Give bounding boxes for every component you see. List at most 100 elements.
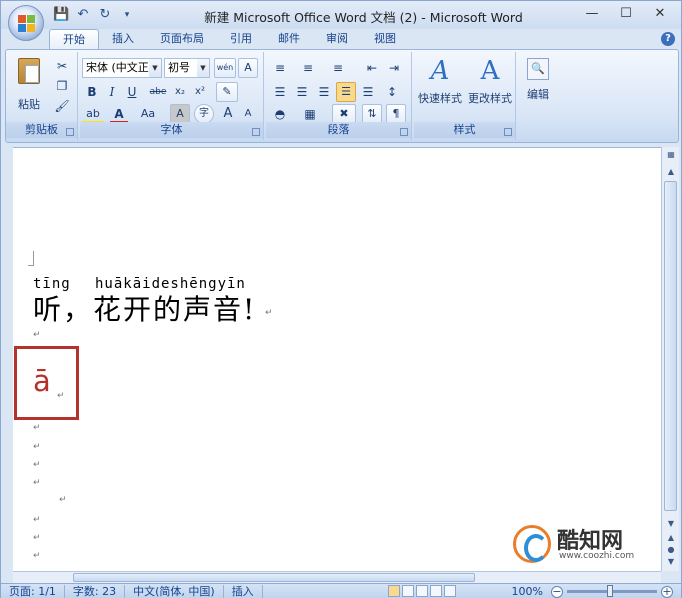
phonetic-guide-button[interactable]: wén <box>214 58 236 78</box>
highlighted-character[interactable]: ā <box>33 364 51 398</box>
next-page-icon[interactable]: ▼ <box>665 557 677 569</box>
paragraph-mark: ↵ <box>265 308 273 318</box>
status-words[interactable]: 字数: 23 <box>65 584 126 598</box>
tab-insert[interactable]: 插入 <box>99 29 147 49</box>
distributed-icon[interactable]: ☰ <box>358 82 378 102</box>
multilevel-list-icon[interactable]: ≡ <box>328 58 348 78</box>
shrink-font-button[interactable]: A <box>238 104 258 124</box>
web-layout-icon[interactable] <box>416 585 428 597</box>
tab-references[interactable]: 引用 <box>217 29 265 49</box>
watermark-url: www.coozhi.com <box>559 551 635 561</box>
editing-button[interactable]: 🔍 编辑 <box>520 56 556 116</box>
font-launcher-icon[interactable] <box>252 128 260 136</box>
justify-icon[interactable]: ☰ <box>336 82 356 102</box>
status-language[interactable]: 中文(简体, 中国) <box>125 584 224 598</box>
zoom-level[interactable]: 100% <box>512 585 543 598</box>
tab-mailings[interactable]: 邮件 <box>265 29 313 49</box>
styles-launcher-icon[interactable] <box>504 128 512 136</box>
zoom-slider-knob[interactable] <box>607 585 613 597</box>
font-size-select[interactable]: 初号 ▼ <box>164 58 210 78</box>
sort-icon[interactable]: ⇅ <box>362 104 382 124</box>
show-marks-icon[interactable]: ¶ <box>386 104 406 124</box>
watermark: 酷知网 www.coozhi.com <box>513 523 643 569</box>
outline-icon[interactable] <box>430 585 442 597</box>
status-page[interactable]: 页面: 1/1 <box>1 584 65 598</box>
prev-page-icon[interactable]: ▲ <box>665 533 677 545</box>
paste-button[interactable]: 粘贴 <box>12 56 46 112</box>
ribbon-tabs: 开始 插入 页面布局 引用 邮件 审阅 视图 <box>49 29 409 49</box>
draft-icon[interactable] <box>444 585 456 597</box>
vertical-scrollbar[interactable]: ▦ ▲ ▼ ▲ ● ▼ <box>661 147 679 571</box>
strikethrough-button[interactable]: abe <box>148 82 168 102</box>
borders-icon[interactable]: ▦ <box>300 104 320 124</box>
font-name-select[interactable]: 宋体 (中文正· ▼ <box>82 58 162 78</box>
cut-icon[interactable]: ✂ <box>52 56 72 76</box>
zoom-out-icon[interactable]: − <box>551 585 563 598</box>
bold-button[interactable]: B <box>82 82 102 102</box>
shading-icon[interactable]: ◓ <box>270 104 290 124</box>
paragraph-label: 段落 <box>266 122 411 138</box>
paragraph-mark: ↵ <box>59 495 67 505</box>
line-spacing-icon[interactable]: ↕ <box>382 82 402 102</box>
change-case-button[interactable]: Aa <box>136 104 160 124</box>
zoom-slider[interactable] <box>567 585 657 597</box>
decrease-indent-icon[interactable]: ⇤ <box>362 58 382 78</box>
paragraph-launcher-icon[interactable] <box>400 128 408 136</box>
main-text-line[interactable]: 听，花开的声音! <box>33 288 256 328</box>
superscript-button[interactable]: x² <box>190 82 210 102</box>
align-center-icon[interactable]: ☰ <box>292 82 312 102</box>
char-shading-button[interactable]: A <box>170 104 190 124</box>
status-mode[interactable]: 插入 <box>224 584 263 598</box>
zoom-in-icon[interactable]: + <box>661 585 673 598</box>
help-icon[interactable]: ? <box>661 32 675 46</box>
align-left-icon[interactable]: ☰ <box>270 82 290 102</box>
maximize-button[interactable]: ☐ <box>609 3 643 25</box>
vertical-scroll-thumb[interactable] <box>664 181 677 511</box>
tab-review[interactable]: 审阅 <box>313 29 361 49</box>
clipboard-group: 粘贴 ✂ ❐ 🖌 剪贴板 <box>6 52 78 140</box>
editing-label: 编辑 <box>527 88 549 101</box>
clipboard-launcher-icon[interactable] <box>66 128 74 136</box>
close-button[interactable]: ✕ <box>643 3 677 25</box>
office-logo-icon <box>18 15 35 32</box>
numbering-icon[interactable]: ≡ <box>298 58 318 78</box>
underline-button[interactable]: U <box>122 82 142 102</box>
highlight-icon[interactable]: ab <box>82 104 104 124</box>
align-right-icon[interactable]: ☰ <box>314 82 334 102</box>
copy-icon[interactable]: ❐ <box>52 76 72 96</box>
clear-format-button[interactable]: ✎ <box>216 82 238 102</box>
increase-indent-icon[interactable]: ⇥ <box>384 58 404 78</box>
font-color-button[interactable]: A <box>110 104 128 124</box>
tab-home[interactable]: 开始 <box>49 29 99 49</box>
print-layout-icon[interactable] <box>388 585 400 597</box>
grow-font-button[interactable]: A <box>218 104 238 124</box>
bullets-icon[interactable]: ≡ <box>270 58 290 78</box>
change-styles-button[interactable]: A 更改样式 <box>466 56 514 116</box>
minimize-button[interactable]: — <box>575 3 609 25</box>
ruler-toggle-icon[interactable]: ▦ <box>665 150 677 162</box>
italic-button[interactable]: I <box>102 82 122 102</box>
office-button[interactable] <box>8 5 44 41</box>
editing-group: 🔍 编辑 <box>518 52 558 140</box>
left-margin <box>5 147 13 581</box>
subscript-button[interactable]: x₂ <box>170 82 190 102</box>
browse-object-icon[interactable]: ● <box>665 545 677 557</box>
chinese-layout-icon[interactable]: ✖ <box>332 104 356 124</box>
horizontal-scroll-thumb[interactable] <box>73 573 475 582</box>
zoom-control: 100% − + <box>512 585 673 598</box>
tab-page-layout[interactable]: 页面布局 <box>147 29 217 49</box>
status-bar: 页面: 1/1 字数: 23 中文(简体, 中国) 插入 100% − + <box>1 583 681 598</box>
quick-styles-button[interactable]: A 快速样式 <box>416 56 464 116</box>
tab-view[interactable]: 视图 <box>361 29 409 49</box>
horizontal-scrollbar[interactable] <box>13 571 661 583</box>
enclose-char-button[interactable]: 字 <box>194 104 214 124</box>
scroll-down-icon[interactable]: ▼ <box>665 519 677 531</box>
char-border-button[interactable]: A <box>238 58 258 78</box>
format-painter-icon[interactable]: 🖌 <box>52 96 72 116</box>
document-page[interactable] <box>13 147 661 571</box>
scroll-up-icon[interactable]: ▲ <box>665 167 677 179</box>
font-label: 字体 <box>80 122 263 138</box>
word-window: 💾 ↶ ↻ ▾ 新建 Microsoft Office Word 文档 (2) … <box>0 0 682 598</box>
full-screen-icon[interactable] <box>402 585 414 597</box>
quick-styles-label: 快速样式 <box>418 92 462 105</box>
